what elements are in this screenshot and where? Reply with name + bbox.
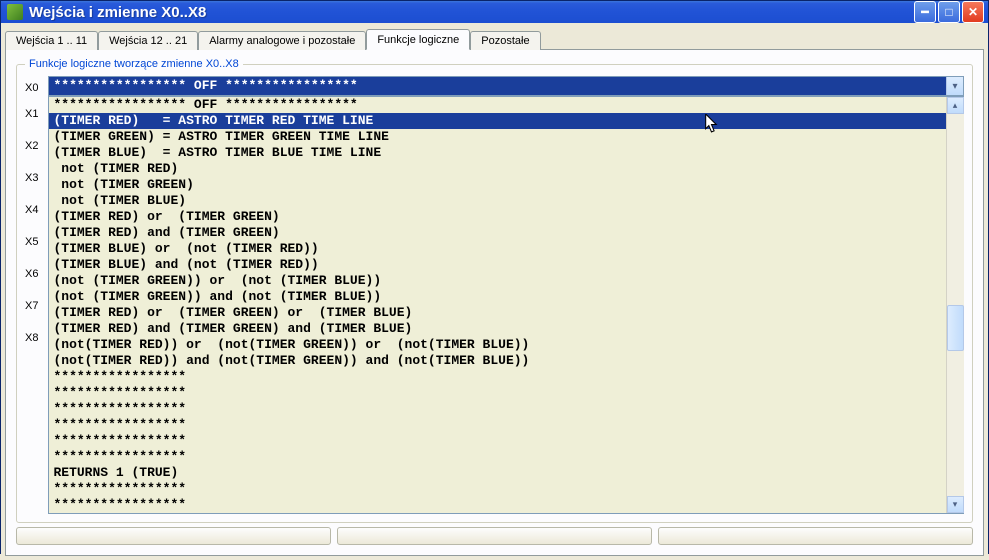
- dropdown-option[interactable]: *****************: [49, 433, 946, 449]
- dropdown-option[interactable]: (not(TIMER RED)) and (not(TIMER GREEN)) …: [49, 353, 946, 369]
- editor-column: ***************** OFF ***************** …: [48, 76, 964, 514]
- row-label-x8: X8: [25, 322, 40, 354]
- bottom-button-3[interactable]: [658, 527, 973, 545]
- minimize-button[interactable]: ━: [914, 1, 936, 23]
- dropdown-option[interactable]: (TIMER RED) = ASTRO TIMER RED TIME LINE: [49, 113, 946, 129]
- combo-x0[interactable]: ***************** OFF ***************** …: [48, 76, 964, 96]
- bottom-button-2[interactable]: [337, 527, 652, 545]
- dropdown-option[interactable]: (TIMER GREEN) = ASTRO TIMER GREEN TIME L…: [49, 129, 946, 145]
- dropdown-option[interactable]: (not (TIMER GREEN)) and (not (TIMER BLUE…: [49, 289, 946, 305]
- dropdown-option[interactable]: (TIMER RED) and (TIMER GREEN) and (TIMER…: [49, 321, 946, 337]
- bottom-button-bar: [16, 523, 973, 545]
- tab-analog-alarms[interactable]: Alarmy analogowe i pozostałe: [198, 31, 366, 50]
- scroll-track[interactable]: [947, 114, 964, 496]
- row-label-x4: X4: [25, 194, 40, 226]
- chevron-up-icon: ▴: [953, 100, 958, 111]
- row-label-x5: X5: [25, 226, 40, 258]
- row-labels-column: X0 X1 X2 X3 X4 X5 X6 X7 X8: [25, 76, 40, 514]
- dropdown-option[interactable]: *****************: [49, 497, 946, 513]
- row-label-x3: X3: [25, 162, 40, 194]
- dropdown-option[interactable]: (TIMER RED) or (TIMER GREEN): [49, 209, 946, 225]
- title-bar[interactable]: Wejścia i zmienne X0..X8 ━ □ ✕: [1, 1, 988, 23]
- dropdown-option[interactable]: *****************: [49, 385, 946, 401]
- tab-logic-functions[interactable]: Funkcje logiczne: [366, 29, 470, 50]
- combo-x0-value: ***************** OFF *****************: [49, 77, 946, 95]
- dropdown-option[interactable]: ***************** OFF *****************: [49, 97, 946, 113]
- dropdown-option[interactable]: RETURNS 1 (TRUE): [49, 465, 946, 481]
- tab-inputs-12-21[interactable]: Wejścia 12 .. 21: [98, 31, 198, 50]
- close-icon: ✕: [968, 6, 978, 18]
- combo-x0-arrow[interactable]: ▾: [946, 77, 963, 95]
- window-controls: ━ □ ✕: [914, 1, 984, 23]
- dropdown-option[interactable]: not (TIMER BLUE): [49, 193, 946, 209]
- scroll-thumb[interactable]: [947, 305, 964, 351]
- dropdown-option[interactable]: (not (TIMER GREEN)) or (not (TIMER BLUE)…: [49, 273, 946, 289]
- maximize-button[interactable]: □: [938, 1, 960, 23]
- dropdown-option[interactable]: *****************: [49, 417, 946, 433]
- app-window: Wejścia i zmienne X0..X8 ━ □ ✕ Wejścia 1…: [0, 0, 989, 554]
- scroll-up-button[interactable]: ▴: [947, 97, 964, 114]
- row-label-x6: X6: [25, 258, 40, 290]
- dropdown-option[interactable]: (TIMER RED) or (TIMER GREEN) or (TIMER B…: [49, 305, 946, 321]
- dropdown-option[interactable]: *****************: [49, 449, 946, 465]
- rows-area: X0 X1 X2 X3 X4 X5 X6 X7 X8 *************…: [25, 76, 964, 514]
- row-label-x0: X0: [25, 78, 40, 98]
- combo-dropdown[interactable]: ***************** OFF *****************(…: [48, 96, 964, 514]
- tab-strip: Wejścia 1 .. 11 Wejścia 12 .. 21 Alarmy …: [5, 25, 984, 49]
- chevron-down-icon: ▾: [953, 499, 958, 510]
- dropdown-scrollbar[interactable]: ▴ ▾: [946, 97, 963, 513]
- groupbox-logic-functions: Funkcje logiczne tworzące zmienne X0..X8…: [16, 58, 973, 523]
- row-label-x2: X2: [25, 130, 40, 162]
- tab-inputs-1-11[interactable]: Wejścia 1 .. 11: [5, 31, 98, 50]
- dropdown-option[interactable]: *****************: [49, 369, 946, 385]
- tab-others[interactable]: Pozostałe: [470, 31, 540, 50]
- bottom-button-1[interactable]: [16, 527, 331, 545]
- dropdown-option[interactable]: (TIMER RED) and (TIMER GREEN): [49, 225, 946, 241]
- scroll-down-button[interactable]: ▾: [947, 496, 964, 513]
- tab-panel: Funkcje logiczne tworzące zmienne X0..X8…: [5, 49, 984, 556]
- dropdown-option[interactable]: *****************: [49, 481, 946, 497]
- minimize-icon: ━: [921, 6, 928, 18]
- close-button[interactable]: ✕: [962, 1, 984, 23]
- dropdown-option[interactable]: (not(TIMER RED)) or (not(TIMER GREEN)) o…: [49, 337, 946, 353]
- app-icon: [7, 4, 23, 20]
- dropdown-option[interactable]: (TIMER BLUE) and (not (TIMER RED)): [49, 257, 946, 273]
- window-title: Wejścia i zmienne X0..X8: [29, 4, 914, 21]
- groupbox-legend: Funkcje logiczne tworzące zmienne X0..X8: [25, 58, 243, 70]
- row-label-x1: X1: [25, 98, 40, 130]
- maximize-icon: □: [945, 6, 952, 18]
- dropdown-list[interactable]: ***************** OFF *****************(…: [49, 97, 946, 513]
- dropdown-option[interactable]: *****************: [49, 401, 946, 417]
- dropdown-option[interactable]: (TIMER BLUE) = ASTRO TIMER BLUE TIME LIN…: [49, 145, 946, 161]
- client-area: Wejścia 1 .. 11 Wejścia 12 .. 21 Alarmy …: [1, 23, 988, 560]
- dropdown-option[interactable]: not (TIMER GREEN): [49, 177, 946, 193]
- dropdown-option[interactable]: not (TIMER RED): [49, 161, 946, 177]
- chevron-down-icon: ▾: [952, 81, 957, 92]
- dropdown-option[interactable]: (TIMER BLUE) or (not (TIMER RED)): [49, 241, 946, 257]
- row-label-x7: X7: [25, 290, 40, 322]
